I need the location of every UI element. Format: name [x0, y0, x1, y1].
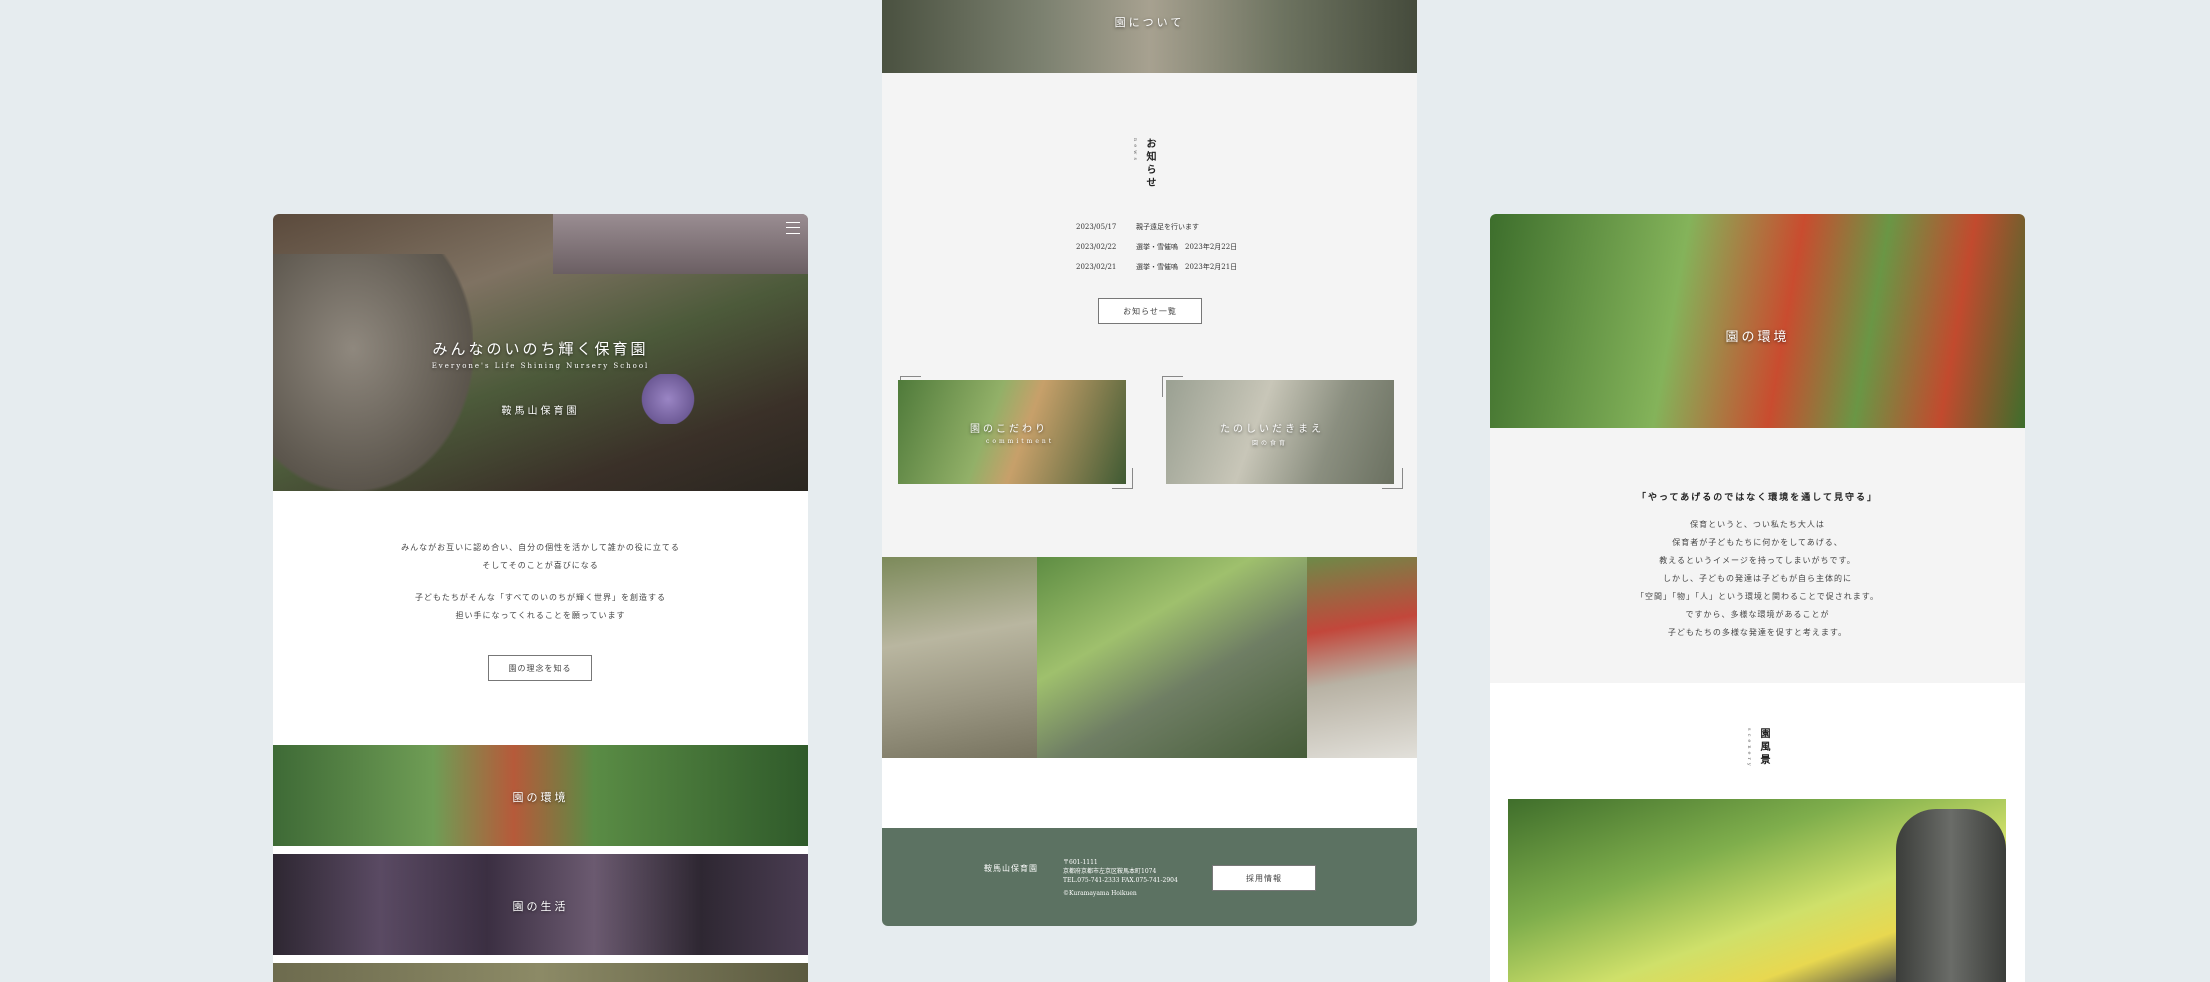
concept-button[interactable]: 園の理念を知る	[488, 655, 592, 681]
right-page-mockup: 園の環境 「やってあげるのではなく環境を通して見守る」 保育というと、つい私たち…	[1490, 214, 2025, 982]
footer-address-line: TEL.075-741-2333 FAX.075-741-2904	[1063, 877, 1178, 884]
news-list: 2023/05/17 親子遠足を行います 2023/02/22 選挙・雪催嗚 2…	[1076, 217, 1276, 277]
news-list-button[interactable]: お知らせ一覧	[1098, 298, 1202, 324]
food-title: たのしいだきまえ	[1220, 424, 1324, 435]
news-text: 選挙・雪催嗚 2023年2月21日	[1136, 263, 1238, 271]
footer-address: 〒601-1111 京都府京都市左京区鞍馬本町1074 TEL.075-741-…	[1063, 858, 1178, 898]
body-line: 「空間」「物」「人」という環境と関わることで促されます。	[1636, 592, 1879, 601]
intro-line: 子どもたちがそんな「すべてのいのちが輝く世界」を創造する	[414, 593, 667, 602]
footer-address-line: ©Kuramayama Hoikuen	[1063, 890, 1137, 897]
footer-address-line: 〒601-1111	[1063, 859, 1098, 866]
body-line: 教えるというイメージを持ってしまいがちです。	[1659, 556, 1856, 565]
body-line: しかし、子どもの発達は子どもが自ら主体的に	[1663, 574, 1852, 583]
top-photo: 園について	[882, 0, 1417, 73]
commitment-sub: commitment	[986, 438, 1055, 445]
left-page-mockup: みんなのいのち輝く保育園 Everyone's Life Shining Nur…	[273, 214, 808, 982]
hero-title: みんなのいのち輝く保育園	[432, 340, 649, 358]
news-heading-en: news	[1132, 138, 1138, 164]
recruit-button[interactable]: 採用情報	[1212, 865, 1316, 891]
philosophy-quote: 「やってあげるのではなく環境を通して見守る」	[1636, 493, 1878, 503]
third-strip[interactable]	[273, 963, 808, 982]
scenery-photo	[1508, 799, 2006, 982]
feature-card-food[interactable]: たのしいだきまえ 園の食育	[1162, 376, 1403, 489]
news-heading: news お知らせ	[1132, 138, 1157, 190]
footer: 鞍馬山保育園 〒601-1111 京都府京都市左京区鞍馬本町1074 TEL.0…	[882, 828, 1417, 926]
roof-eave	[553, 214, 808, 274]
top-photo-label: 園について	[1114, 16, 1185, 29]
life-strip-label: 園の生活	[512, 900, 569, 913]
feature-card-commitment[interactable]: 園のこだわり commitment	[898, 376, 1126, 484]
commitment-title: 園のこだわり	[970, 424, 1048, 435]
intro-line: 担い手になってくれることを願っています	[455, 611, 626, 620]
hero-subtitle: Everyone's Life Shining Nursery School	[431, 362, 650, 370]
body-line: 子どもたちの多様な発達を促すと考えます。	[1667, 628, 1848, 637]
body-line: ですから、多様な環境があることが	[1685, 610, 1830, 619]
news-date: 2023/05/17	[1076, 223, 1117, 231]
footer-school-name: 鞍馬山保育園	[984, 864, 1038, 873]
intro-line: そしてそのことが喜びになる	[482, 561, 599, 570]
news-text: 親子遠足を行います	[1136, 223, 1199, 231]
corner-bracket-bottom-right	[1112, 468, 1133, 489]
philosophy-body: 保育というと、つい私たち大人は 保育者が子どもたちに何かをしてあげる、 教えると…	[1490, 516, 2025, 642]
news-text: 選挙・雪催嗚 2023年2月22日	[1136, 243, 1238, 251]
scenery-heading-ja: 園風景	[1758, 728, 1769, 767]
environment-strip-label: 園の環境	[512, 791, 569, 804]
news-item[interactable]: 2023/05/17 親子遠足を行います	[1076, 217, 1276, 237]
body-line: 保育者が子どもたちに何かをしてあげる、	[1672, 538, 1843, 547]
hero-photo: みんなのいのち輝く保育園 Everyone's Life Shining Nur…	[273, 214, 808, 491]
gallery-photo-1	[882, 557, 1037, 758]
food-sub: 園の食育	[1252, 440, 1289, 447]
news-item[interactable]: 2023/02/21 選挙・雪催嗚 2023年2月21日	[1076, 257, 1276, 277]
stone-statue	[273, 254, 473, 491]
environment-hero-photo: 園の環境	[1490, 214, 2025, 428]
intro-line: みんながお互いに認め合い、自分の個性を活かして誰かの役に立てる	[401, 543, 680, 552]
news-date: 2023/02/22	[1076, 243, 1117, 251]
news-item[interactable]: 2023/02/22 選挙・雪催嗚 2023年2月22日	[1076, 237, 1276, 257]
corner-bracket-bottom-right	[1382, 468, 1403, 489]
gallery-photo-2	[1037, 557, 1307, 758]
environment-strip[interactable]: 園の環境	[273, 745, 808, 846]
hero-school-name: 鞍馬山保育園	[501, 406, 580, 417]
body-line: 保育というと、つい私たち大人は	[1690, 520, 1825, 529]
menu-icon[interactable]	[786, 222, 800, 234]
scenery-heading: scenery 園風景	[1746, 728, 1771, 769]
intro-text: みんながお互いに認め合い、自分の個性を活かして誰かの役に立てる そしてそのことが…	[273, 539, 808, 625]
philosophy-section: 「やってあげるのではなく環境を通して見守る」 保育というと、つい私たち大人は 保…	[1490, 428, 2025, 683]
scenery-heading-en: scenery	[1746, 728, 1752, 769]
environment-hero-title: 園の環境	[1725, 330, 1790, 345]
news-date: 2023/02/21	[1076, 263, 1117, 271]
bell	[1896, 809, 2006, 982]
gallery-photo-3	[1307, 557, 1417, 758]
white-gap	[882, 758, 1417, 828]
footer-address-line: 京都府京都市左京区鞍馬本町1074	[1063, 868, 1157, 875]
life-strip[interactable]: 園の生活	[273, 854, 808, 955]
center-page-mockup: 園について news お知らせ 2023/05/17 親子遠足を行います 202…	[882, 0, 1417, 926]
news-heading-ja: お知らせ	[1144, 138, 1155, 190]
